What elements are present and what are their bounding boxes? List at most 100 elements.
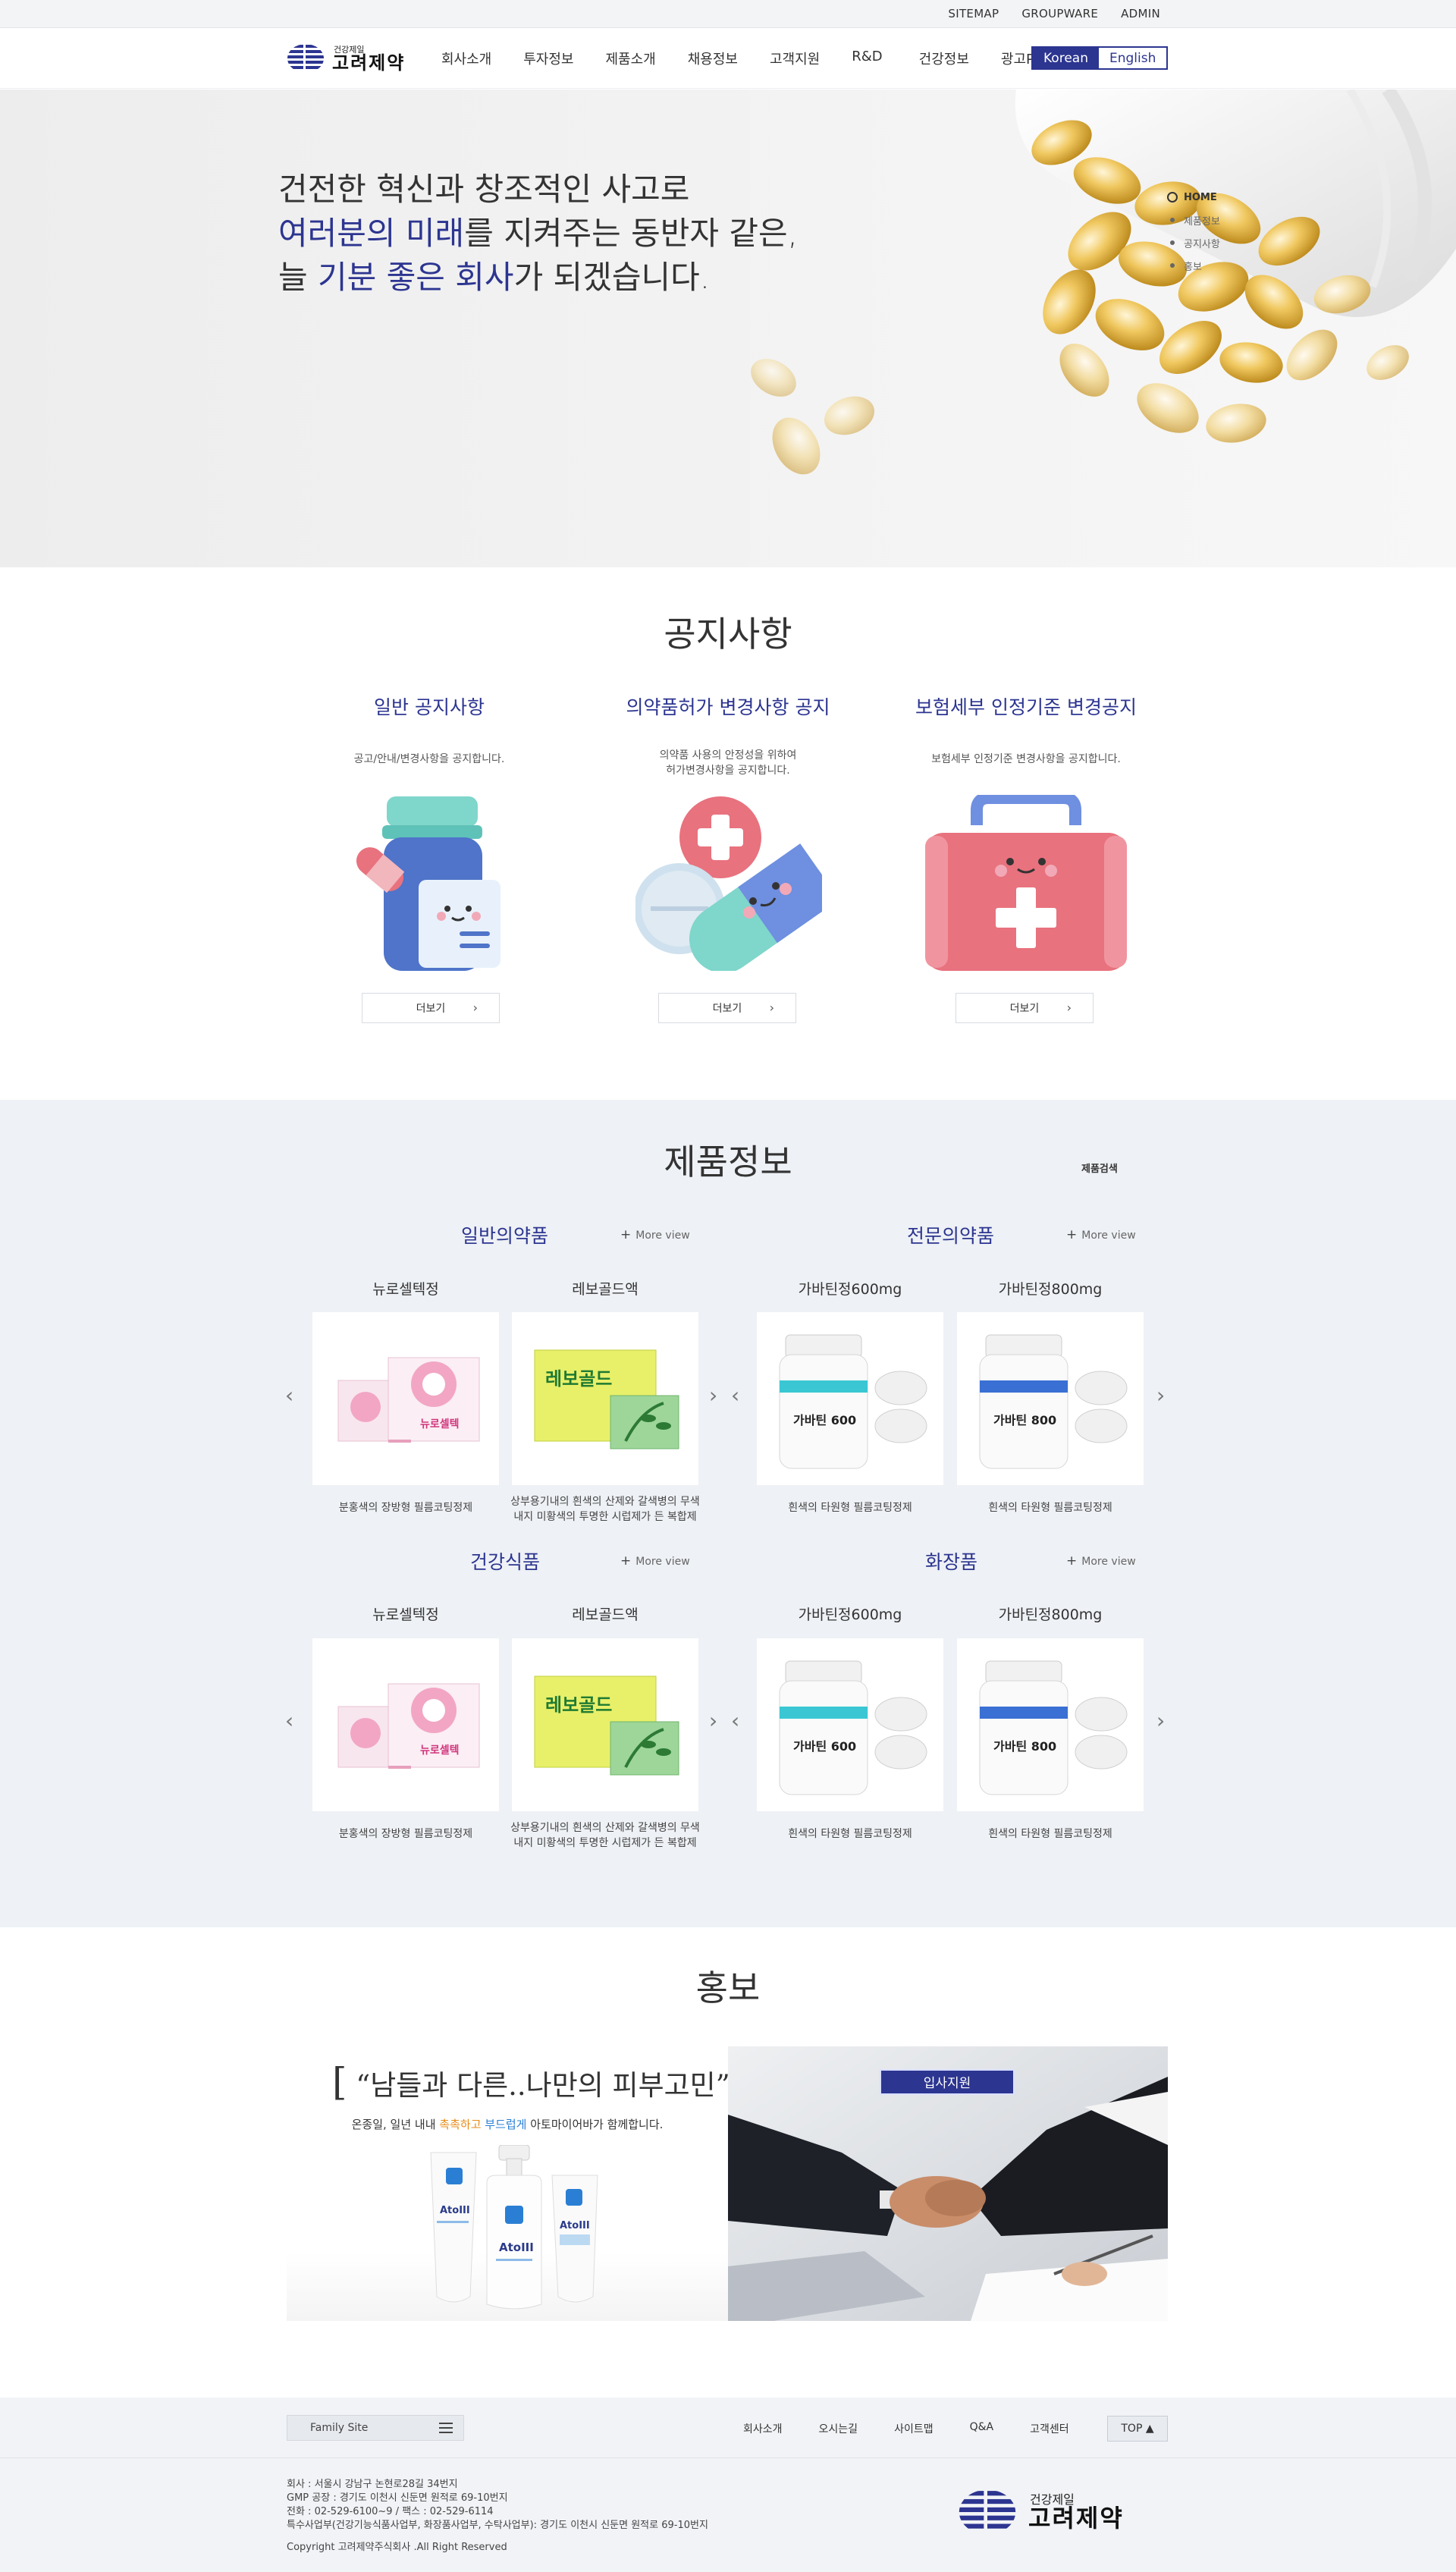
product-bottle-image: 가바틴 800 [979, 1660, 1128, 1795]
product-card-gaba800[interactable]: 가바틴 800 [957, 1312, 1144, 1485]
notice-drug-license-more-button[interactable]: 더보기 › [658, 993, 796, 1023]
notice-title: 공지사항 [664, 614, 792, 655]
product-desc: 흰색의 타원형 필름코팅정제 [788, 1828, 912, 1840]
carousel-prev-icon[interactable]: ‹ [285, 1708, 293, 1733]
product-name[interactable]: 가바틴정600mg [757, 1603, 943, 1624]
logo[interactable]: 건강제일 고려제약 [287, 43, 405, 74]
hero-line-2: 여러분의 미래를 지켜주는 동반자 같은, [278, 215, 799, 252]
pr-cosmetics-banner[interactable]: [ “남들과 다른..나만의 피부고민” ] 온종일, 일년 내내 촉촉하고 부… [287, 2046, 754, 2321]
footer-link-company[interactable]: 회사소개 [743, 2421, 783, 2436]
indicator-pr[interactable]: 홍보 [1170, 254, 1220, 277]
nav-health[interactable]: 건강정보 [919, 49, 969, 68]
svg-text:가바틴 800: 가바틴 800 [993, 1739, 1056, 1754]
scroll-top-button[interactable]: TOP ▲ [1107, 2416, 1168, 2442]
svg-text:가바틴 600: 가바틴 600 [793, 1413, 856, 1427]
copyright: Copyright 고려제약주식회사 .All Right Reserved [287, 2542, 507, 2553]
footer-link-support[interactable]: 고객센터 [1030, 2421, 1069, 2436]
product-name[interactable]: 뉴로셀텍정 [312, 1603, 499, 1624]
products-section: 제품정보 제품검색 일반의약품 + More view 전문의약품 + More v… [0, 1100, 1456, 1927]
category-health-food-title[interactable]: 건강식품 [470, 1547, 540, 1575]
chevron-right-icon: › [472, 1000, 478, 1015]
carousel-next-icon[interactable]: › [1156, 1383, 1165, 1408]
logo-big-text: 고려제약 [332, 52, 406, 74]
category-otc-title[interactable]: 일반의약품 [461, 1221, 548, 1248]
logo-mark-icon [287, 44, 324, 73]
category-otc-more-view[interactable]: + More view [620, 1227, 690, 1242]
product-box-image: 레보골드 [534, 1349, 679, 1449]
product-name[interactable]: 가바틴정600mg [757, 1278, 943, 1299]
carousel-prev-icon[interactable]: ‹ [731, 1383, 739, 1408]
footer-link-qna[interactable]: Q&A [970, 2421, 994, 2436]
category-rx-more-view[interactable]: + More view [1066, 1227, 1136, 1242]
indicator-home[interactable]: HOME [1167, 186, 1220, 209]
category-cosmetics-more-view[interactable]: + More view [1066, 1553, 1136, 1569]
footer-link-directions[interactable]: 오시는길 [819, 2421, 858, 2436]
company-address: 회사 : 서울시 강남구 논현로28길 34번지 GMP 공장 : 경기도 이천… [287, 2479, 708, 2531]
nav-company[interactable]: 회사소개 [441, 49, 491, 68]
product-card-levo[interactable]: 레보골드 [512, 1638, 698, 1811]
product-box-image: 뉴로셀텍 [337, 1357, 480, 1443]
main-nav: 회사소개 투자정보 제품소개 채용정보 고객지원 R&D 건강정보 광고PR [441, 49, 1075, 68]
carousel-next-icon[interactable]: › [709, 1383, 717, 1408]
footer-top-bar: Family Site 회사소개 오시는길 사이트맵 Q&A 고객센터 TOP … [0, 2398, 1456, 2458]
nav-investment[interactable]: 투자정보 [523, 49, 573, 68]
pr-recruit-banner[interactable]: 입사지원 [728, 2046, 1168, 2321]
nav-rnd[interactable]: R&D [852, 49, 882, 68]
recruit-badge[interactable]: 입사지원 [880, 2069, 1015, 2095]
product-name[interactable]: 레보골드액 [512, 1603, 698, 1624]
product-box-image: 레보골드 [534, 1675, 679, 1776]
product-name[interactable]: 레보골드액 [512, 1278, 698, 1299]
footer-logo: 건강제일 고려제약 [957, 2489, 1124, 2536]
lang-english-button[interactable]: English [1098, 48, 1167, 68]
notice-general-title[interactable]: 일반 공지사항 [308, 692, 551, 720]
svg-text:레보골드: 레보골드 [545, 1368, 612, 1390]
product-desc: 흰색의 타원형 필름코팅정제 [988, 1502, 1112, 1514]
notice-insurance-more-button[interactable]: 더보기 › [956, 993, 1094, 1023]
notice-insurance-title[interactable]: 보험세부 인정기준 변경공지 [905, 692, 1147, 720]
carousel-prev-icon[interactable]: ‹ [285, 1383, 293, 1408]
product-card-gaba800[interactable]: 가바틴 800 [957, 1638, 1144, 1811]
nav-products[interactable]: 제품소개 [606, 49, 656, 68]
product-desc: 분홍색의 장방형 필름코팅정제 [338, 1828, 473, 1840]
nav-support[interactable]: 고객지원 [770, 49, 820, 68]
carousel-next-icon[interactable]: › [709, 1708, 717, 1733]
product-card-neuro[interactable]: 뉴로셀텍 [312, 1638, 499, 1811]
product-card-gaba600[interactable]: 가바틴 600 [757, 1638, 943, 1811]
plus-icon: + [620, 1553, 632, 1569]
category-rx-title[interactable]: 전문의약품 [907, 1221, 994, 1248]
footer-link-sitemap[interactable]: 사이트맵 [894, 2421, 934, 2436]
notice-drug-license-title[interactable]: 의약품허가 변경사항 공지 [607, 692, 849, 720]
product-search-link[interactable]: 제품검색 [1081, 1160, 1118, 1175]
product-bottle-image: 가바틴 800 [979, 1334, 1128, 1469]
sitemap-link[interactable]: SITEMAP [948, 7, 999, 20]
admin-link[interactable]: ADMIN [1121, 7, 1160, 20]
product-name[interactable]: 가바틴정800mg [957, 1278, 1144, 1299]
product-name[interactable]: 뉴로셀텍정 [312, 1278, 499, 1299]
family-site-select[interactable]: Family Site [287, 2415, 464, 2441]
svg-text:AtoIII: AtoIII [440, 2205, 470, 2216]
cosmetics-products-image: AtoIII AtoIII AtoIII [430, 2145, 598, 2310]
utility-bar: SITEMAP GROUPWARE ADMIN [0, 0, 1456, 28]
product-bottle-image: 가바틴 600 [779, 1334, 927, 1469]
svg-text:뉴로셀텍: 뉴로셀텍 [420, 1744, 460, 1757]
product-card-neuro[interactable]: 뉴로셀텍 [312, 1312, 499, 1485]
svg-text:뉴로셀텍: 뉴로셀텍 [420, 1418, 460, 1430]
carousel-next-icon[interactable]: › [1156, 1708, 1165, 1733]
indicator-products[interactable]: 제품정보 [1170, 209, 1220, 231]
product-bottle-image: 가바틴 600 [779, 1660, 927, 1795]
category-health-food-more-view[interactable]: + More view [620, 1553, 690, 1569]
nav-recruit[interactable]: 채용정보 [688, 49, 738, 68]
carousel-prev-icon[interactable]: ‹ [731, 1708, 739, 1733]
lang-korean-button[interactable]: Korean [1033, 48, 1099, 68]
product-name[interactable]: 가바틴정800mg [957, 1603, 1144, 1624]
groupware-link[interactable]: GROUPWARE [1021, 7, 1098, 20]
category-cosmetics-title[interactable]: 화장품 [925, 1547, 977, 1575]
notice-insurance: 보험세부 인정기준 변경공지 보험세부 인정기준 변경사항을 공지합니다. [905, 692, 1147, 767]
indicator-notice[interactable]: 공지사항 [1170, 231, 1220, 254]
product-desc: 흰색의 타원형 필름코팅정제 [788, 1502, 912, 1514]
notice-general-more-button[interactable]: 더보기 › [362, 993, 500, 1023]
product-card-levo[interactable]: 레보골드 [512, 1312, 698, 1485]
product-card-gaba600[interactable]: 가바틴 600 [757, 1312, 943, 1485]
plus-icon: + [620, 1227, 632, 1242]
plus-icon: + [1066, 1227, 1078, 1242]
